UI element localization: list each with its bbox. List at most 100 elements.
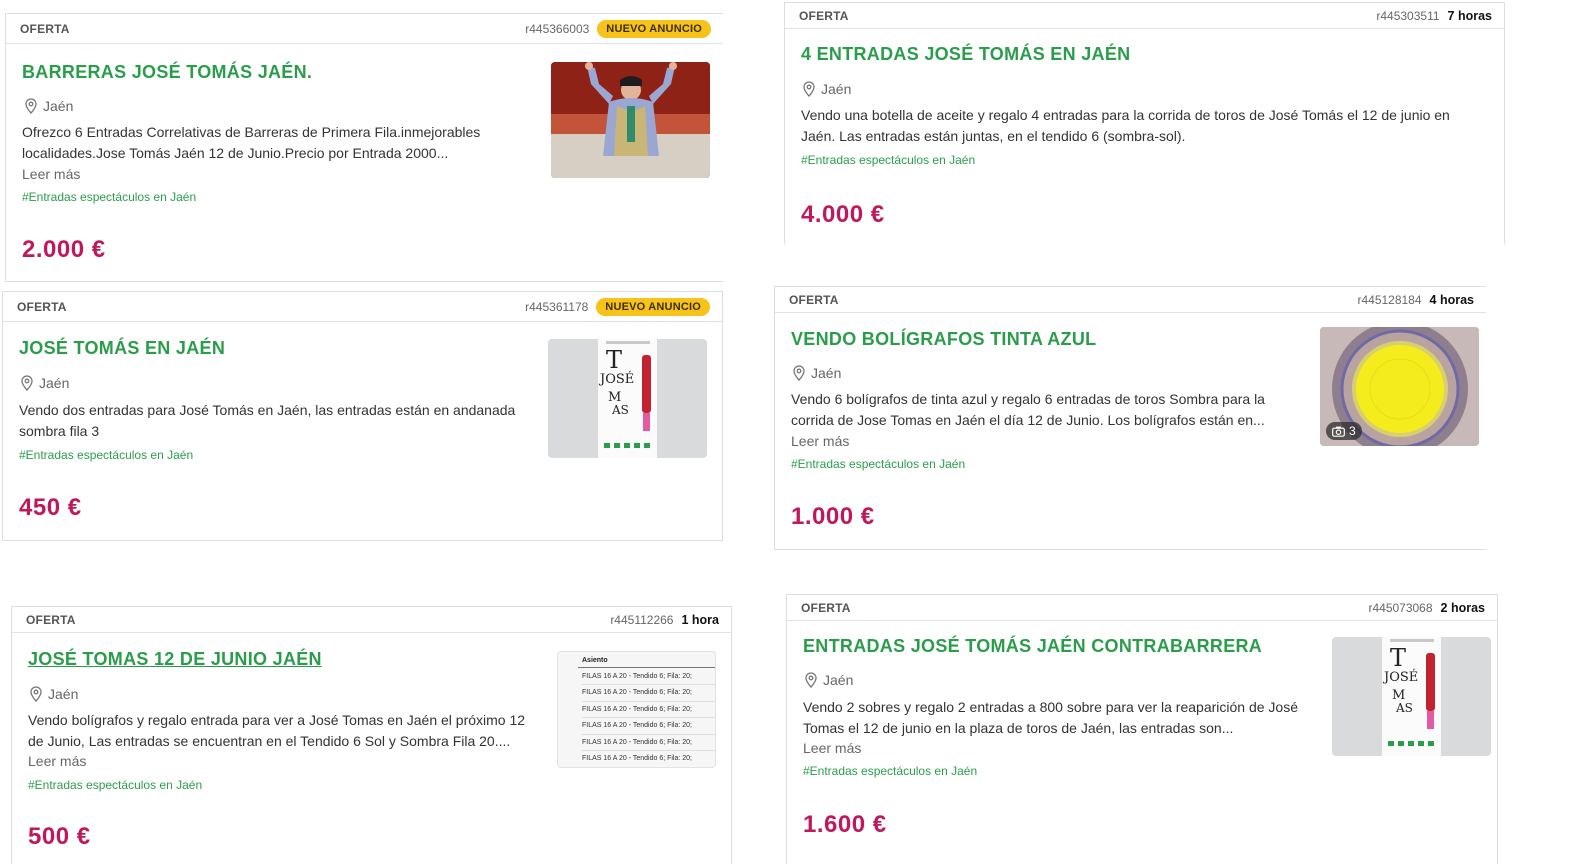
- card-header: OFERTA r445112266 1 hora: [12, 607, 731, 633]
- listing-description: Ofrezco 6 Entradas Correlativas de Barre…: [22, 124, 481, 161]
- location-pin-icon: [793, 365, 805, 381]
- card-header: OFERTA r445073068 2 horas: [787, 595, 1497, 621]
- offer-type-label: OFERTA: [20, 21, 70, 36]
- listing-photo[interactable]: T JOSÉ M AS: [548, 339, 707, 458]
- ticket-row: FILAS 16 A 20 - Tendido 6; Fila: 20;: [582, 669, 715, 686]
- card-meta: r445128184 4 horas: [1357, 293, 1474, 307]
- posted-time: 4 horas: [1429, 292, 1474, 307]
- category-tag-link[interactable]: #Entradas espectáculos en Jaén: [803, 764, 977, 778]
- read-more-link[interactable]: Leer más: [791, 433, 849, 449]
- ticket-row: FILAS 16 A 20 - Tendido 6; Fila: 20;: [582, 735, 715, 752]
- card-header: OFERTA r445361178 NUEVO ANUNCIO: [3, 292, 722, 322]
- location-label: Jaén: [811, 365, 842, 381]
- location-pin-icon: [21, 375, 33, 391]
- category-tag-link[interactable]: #Entradas espectáculos en Jaén: [801, 153, 975, 167]
- listing-price: 1.600 €: [803, 811, 887, 838]
- listing-card[interactable]: OFERTA r445303511 7 horas 4 ENTRADAS JOS…: [784, 2, 1505, 244]
- listing-price: 4.000 €: [801, 201, 885, 228]
- card-header: OFERTA r445128184 4 horas: [775, 287, 1486, 313]
- location-pin-icon: [25, 98, 37, 114]
- read-more-link[interactable]: Leer más: [28, 753, 86, 769]
- listing-title[interactable]: 4 ENTRADAS JOSÉ TOMÁS EN JAÉN: [801, 44, 1130, 65]
- listing-location: Jaén: [24, 98, 73, 114]
- location-label: Jaén: [39, 375, 70, 391]
- offer-type-label: OFERTA: [799, 8, 849, 23]
- location-label: Jaén: [43, 98, 74, 114]
- listing-price: 500 €: [28, 823, 91, 850]
- category-tag-link[interactable]: #Entradas espectáculos en Jaén: [22, 190, 196, 204]
- new-listing-badge: NUEVO ANUNCIO: [597, 19, 711, 38]
- camera-icon: [1332, 426, 1345, 437]
- card-meta: r445366003 NUEVO ANUNCIO: [525, 19, 711, 38]
- bullfighter-photo-icon: [551, 62, 710, 178]
- listing-reference: r445366003: [525, 21, 590, 36]
- ticket-row: FILAS 16 A 20 - Tendido 6; Fila: 20;: [582, 685, 715, 702]
- card-meta: r445073068 2 horas: [1368, 601, 1485, 615]
- listing-card[interactable]: OFERTA r445073068 2 horas ENTRADAS JOSÉ …: [786, 594, 1498, 864]
- listing-title[interactable]: JOSÉ TOMÁS EN JAÉN: [19, 338, 225, 359]
- offer-type-label: OFERTA: [789, 292, 839, 307]
- card-header: OFERTA r445303511 7 horas: [785, 3, 1504, 29]
- listing-location: Jaén: [804, 672, 853, 688]
- listing-price: 450 €: [19, 494, 82, 521]
- listing-reference: r445361178: [525, 299, 589, 314]
- listing-card[interactable]: OFERTA r445112266 1 hora JOSÉ TOMAS 12 D…: [11, 606, 732, 864]
- location-label: Jaén: [48, 686, 79, 702]
- listing-card[interactable]: OFERTA r445361178 NUEVO ANUNCIO JOSÉ TOM…: [2, 291, 723, 541]
- poster-image: T JOSÉ M AS: [1382, 637, 1441, 756]
- listing-description: Vendo 2 sobres y regalo 2 entradas a 800…: [803, 699, 1298, 736]
- offer-type-label: OFERTA: [26, 612, 76, 627]
- card-meta: r445112266 1 hora: [610, 613, 719, 627]
- listing-price: 1.000 €: [791, 503, 875, 530]
- location-pin-icon: [805, 672, 817, 688]
- listing-location: Jaén: [792, 365, 841, 381]
- listing-title[interactable]: VENDO BOLÍGRAFOS TINTA AZUL: [791, 329, 1096, 350]
- card-header: OFERTA r445366003 NUEVO ANUNCIO: [6, 14, 723, 44]
- listing-description: Vendo 6 bolígrafos de tinta azul y regal…: [791, 391, 1265, 428]
- offer-type-label: OFERTA: [17, 299, 67, 314]
- photo-count-value: 3: [1349, 424, 1356, 438]
- listing-card[interactable]: OFERTA r445366003 NUEVO ANUNCIO BARRERAS…: [5, 13, 723, 282]
- read-more-link[interactable]: Leer más: [803, 740, 861, 756]
- category-tag-link[interactable]: #Entradas espectáculos en Jaén: [19, 448, 193, 462]
- ticket-row: FILAS 16 A 20 - Tendido 6; Fila: 20;: [582, 755, 692, 763]
- location-pin-icon: [803, 81, 815, 97]
- posted-time: 1 hora: [681, 612, 719, 627]
- listing-title[interactable]: BARRERAS JOSÉ TOMÁS JAÉN.: [22, 62, 312, 83]
- listing-photo[interactable]: T JOSÉ M AS: [1332, 637, 1491, 756]
- ticket-header: Asiento: [582, 657, 608, 664]
- posted-time: 2 horas: [1440, 600, 1485, 615]
- location-label: Jaén: [823, 672, 854, 688]
- posted-time: 7 horas: [1447, 8, 1492, 23]
- category-tag-link[interactable]: #Entradas espectáculos en Jaén: [28, 778, 202, 792]
- card-meta: r445361178 NUEVO ANUNCIO: [525, 297, 710, 316]
- listing-reference: r445112266: [610, 612, 674, 627]
- category-tag-link[interactable]: #Entradas espectáculos en Jaén: [791, 457, 965, 471]
- ticket-row: FILAS 16 A 20 - Tendido 6; Fila: 20;: [582, 702, 715, 719]
- listing-description: Vendo bolígrafos y regalo entrada para v…: [28, 712, 526, 749]
- ticket-row: FILAS 16 A 20 - Tendido 6; Fila: 20;: [582, 718, 715, 735]
- photo-count-badge: 3: [1326, 422, 1362, 440]
- listing-title[interactable]: ENTRADAS JOSÉ TOMÁS JAÉN CONTRABARRERA: [803, 636, 1262, 657]
- new-listing-badge: NUEVO ANUNCIO: [596, 297, 710, 316]
- card-meta: r445303511 7 horas: [1376, 9, 1492, 23]
- listing-photo[interactable]: [551, 62, 710, 178]
- listing-card[interactable]: OFERTA r445128184 4 horas VENDO BOLÍGRAF…: [774, 286, 1486, 550]
- listing-reference: r445128184: [1357, 292, 1422, 307]
- listing-location: Jaén: [29, 686, 78, 702]
- ticket-rows: FILAS 16 A 20 - Tendido 6; Fila: 20; FIL…: [582, 669, 715, 766]
- offer-type-label: OFERTA: [801, 600, 851, 615]
- location-label: Jaén: [821, 81, 852, 97]
- listing-location: Jaén: [20, 375, 69, 391]
- listing-reference: r445303511: [1376, 8, 1440, 23]
- listing-reference: r445073068: [1368, 600, 1433, 615]
- listing-location: Jaén: [802, 81, 851, 97]
- listing-title[interactable]: JOSÉ TOMAS 12 DE JUNIO JAÉN: [28, 649, 322, 670]
- listing-photo[interactable]: 3: [1320, 327, 1479, 446]
- listing-price: 2.000 €: [22, 236, 106, 263]
- location-pin-icon: [30, 686, 42, 702]
- listing-description: Vendo una botella de aceite y regalo 4 e…: [801, 107, 1450, 144]
- listing-photo[interactable]: Asiento FILAS 16 A 20 - Tendido 6; Fila:…: [557, 651, 716, 768]
- listing-description: Vendo dos entradas para José Tomás en Ja…: [19, 402, 516, 439]
- read-more-link[interactable]: Leer más: [22, 166, 80, 182]
